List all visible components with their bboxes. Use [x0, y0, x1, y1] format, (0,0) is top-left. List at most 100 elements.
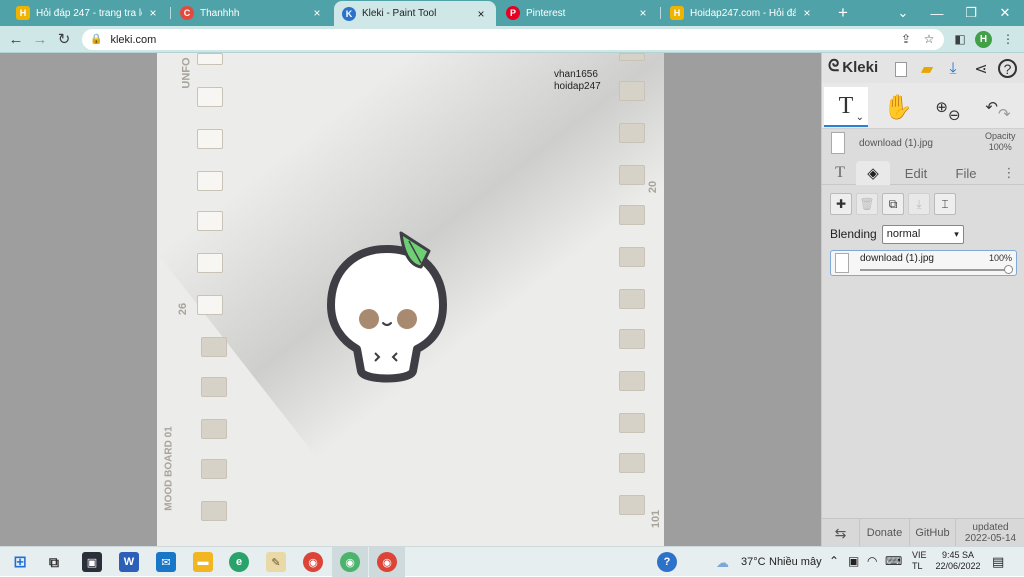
tab-hoidap-247[interactable]: H Hỏi đáp 247 - trang tra loi × [8, 0, 168, 26]
tab-edit[interactable]: Edit [896, 161, 936, 185]
film-hole [201, 337, 227, 357]
weather-temp[interactable]: 37°C [741, 556, 766, 568]
tab-separator [660, 7, 661, 19]
restore-icon[interactable]: ❐ [954, 0, 988, 26]
film-hole [619, 495, 645, 515]
chrome-profile-icon[interactable]: ◉ [340, 552, 360, 572]
lang-bottom: TL [912, 561, 923, 571]
tab-layers[interactable]: ◈ [856, 161, 890, 185]
new-tab-button[interactable]: + [826, 0, 860, 26]
tab-text-tool[interactable]: T [826, 161, 854, 185]
tab-search-icon[interactable]: ⌄ [886, 0, 920, 26]
canvas-area[interactable]: UNFO 26 20 MOOD BOARD 01 101 vhan1656 ho… [0, 53, 821, 546]
add-layer-button[interactable]: ✚ [830, 193, 852, 215]
url-input[interactable]: 🔒 kleki.com [82, 29, 944, 50]
swap-side-icon[interactable]: ⇆ [822, 519, 860, 547]
windows-taskbar: ⊞ ⧉ ▣ W ✉ ▬ e ✎ ◉ ◉ ◉ ? ☁ 37°C Nhiều mây… [0, 546, 1024, 577]
kleki-logo-icon: ᘓ [828, 58, 840, 75]
rename-layer-button[interactable]: ⌶ [934, 193, 956, 215]
duplicate-layer-button[interactable]: ⧉ [882, 193, 904, 215]
hoidap-icon: H [16, 6, 30, 20]
film-hole [619, 413, 645, 433]
wifi-icon[interactable]: ◠ [867, 554, 877, 568]
browser-tab-strip: H Hỏi đáp 247 - trang tra loi × C Thanhh… [0, 0, 1024, 26]
open-folder-icon[interactable]: ▰ [916, 58, 938, 80]
github-link[interactable]: GitHub [910, 519, 956, 547]
share-icon[interactable]: ⋖ [970, 58, 992, 80]
language-indicator[interactable]: VIE TL [912, 550, 927, 572]
layer-opacity-slider[interactable] [860, 265, 1013, 274]
chevron-up-icon[interactable]: ⌃ [829, 554, 839, 568]
redo-icon[interactable]: ↷ [998, 105, 1011, 123]
tab-kleki[interactable]: K Kleki - Paint Tool × [334, 1, 496, 26]
zoom-app-icon[interactable]: ▣ [82, 552, 102, 572]
task-view-icon[interactable]: ⧉ [44, 552, 64, 572]
text-tool-button[interactable]: T ⌄ [824, 87, 868, 127]
film-label: 20 [647, 180, 660, 194]
close-icon[interactable]: × [310, 6, 324, 20]
share-page-icon[interactable]: ⇪ [897, 30, 915, 48]
close-window-icon[interactable]: ✕ [988, 0, 1022, 26]
minimize-icon[interactable]: — [920, 0, 954, 26]
back-icon[interactable]: ← [5, 29, 27, 49]
film-hole [619, 205, 645, 225]
blending-select[interactable]: normal ▾ [881, 224, 964, 244]
film-hole [619, 165, 645, 185]
tab-file[interactable]: File [946, 161, 986, 185]
address-bar: ← → ↻ 🔒 kleki.com ⇪ ☆ ◧ H ⋮ [0, 26, 1024, 53]
more-menu-icon[interactable]: ⋮ [999, 30, 1017, 48]
blending-row: Blending normal ▾ [830, 223, 964, 245]
tab-hoidap247-com[interactable]: H Hoidap247.com - Hỏi đáp or × [662, 0, 822, 26]
canvas-image[interactable]: UNFO 26 20 MOOD BOARD 01 101 vhan1656 ho… [157, 53, 664, 546]
avatar[interactable]: H [975, 31, 992, 48]
kleki-tray-icon[interactable]: ? [657, 552, 677, 572]
hoidap-icon: H [670, 6, 684, 20]
reload-icon[interactable]: ↻ [53, 29, 75, 49]
edge-icon[interactable]: e [229, 552, 249, 572]
new-image-icon[interactable] [890, 58, 912, 80]
side-panel-icon[interactable]: ◧ [951, 30, 969, 48]
tab-thanhhh[interactable]: C Thanhhh × [172, 0, 332, 26]
keyboard-icon[interactable]: ⌨ [885, 554, 902, 568]
slider-handle[interactable] [1004, 265, 1013, 274]
film-hole [619, 247, 645, 267]
paint-icon[interactable]: ✎ [266, 552, 286, 572]
merge-layer-button[interactable]: ⤓ [908, 193, 930, 215]
tab-pinterest[interactable]: P Pinterest × [498, 0, 658, 26]
film-hole [619, 53, 645, 61]
film-hole [619, 453, 645, 473]
weather-text[interactable]: Nhiều mây [769, 556, 822, 568]
delete-layer-button[interactable]: 🗑 [856, 193, 878, 215]
close-icon[interactable]: × [146, 6, 160, 20]
windows-start-icon[interactable]: ⊞ [10, 552, 30, 572]
film-hole [619, 329, 645, 349]
forward-icon[interactable]: → [29, 29, 51, 49]
help-icon[interactable]: ? [998, 59, 1017, 78]
close-icon[interactable]: × [636, 6, 650, 20]
more-options-icon[interactable]: ⋮ [1000, 161, 1018, 185]
download-icon[interactable]: ⤓ [942, 58, 964, 80]
word-icon[interactable]: W [119, 552, 139, 572]
display-icon[interactable]: ▣ [848, 554, 859, 568]
zoom-in-out-icon[interactable]: ⊕ ⊖ [926, 87, 970, 127]
chrome-profile-icon[interactable]: ◉ [377, 552, 397, 572]
notification-icon[interactable]: ▤ [992, 554, 1004, 570]
film-hole [201, 377, 227, 397]
zoom-out-icon[interactable]: ⊖ [948, 106, 961, 124]
close-icon[interactable]: × [800, 6, 814, 20]
mail-icon[interactable]: ✉ [156, 552, 176, 572]
clock[interactable]: 9:45 SA 22/06/2022 [934, 550, 982, 572]
close-icon[interactable]: × [474, 7, 488, 21]
donate-link[interactable]: Donate [860, 519, 910, 547]
layer-item[interactable]: download (1).jpg 100% [830, 250, 1017, 276]
undo-redo-icon[interactable]: ↶ ↷ [976, 87, 1020, 127]
clock-time: 9:45 SA [941, 550, 975, 560]
lock-icon: 🔒 [90, 34, 103, 45]
panel-header: ᘓ Kleki ▰ ⤓ ⋖ ? [822, 53, 1024, 83]
file-explorer-icon[interactable]: ▬ [193, 552, 213, 572]
cloud-icon: ☁ [716, 555, 729, 570]
bookmark-star-icon[interactable]: ☆ [920, 30, 938, 48]
film-hole [197, 253, 223, 273]
chrome-icon[interactable]: ◉ [303, 552, 323, 572]
hand-tool-icon[interactable]: ✋ [876, 87, 920, 127]
